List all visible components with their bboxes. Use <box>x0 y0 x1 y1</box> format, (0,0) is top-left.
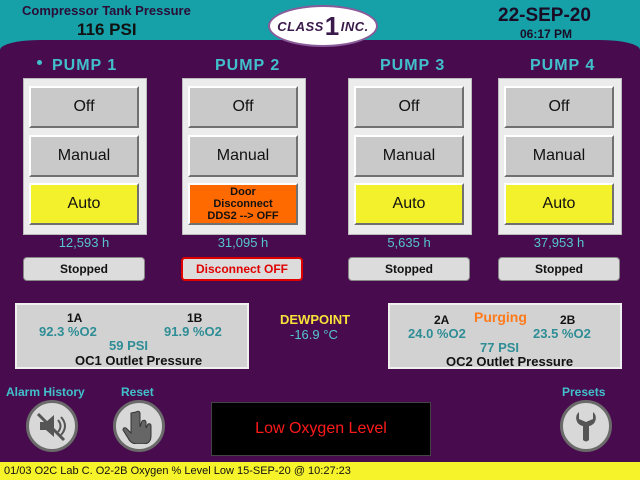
pump2-door-disconnect-alert: Door Disconnect DDS2 --> OFF <box>188 183 298 225</box>
pump4-hours: 37,953 h <box>533 235 585 250</box>
pump4-mode-panel: Off Manual Auto <box>498 78 622 235</box>
alarm-history-button[interactable] <box>26 400 78 452</box>
oc2-outlet-box[interactable]: 2A Purging 2B 24.0 %O2 23.5 %O2 77 PSI O… <box>388 303 622 369</box>
oc1-name: OC1 Outlet Pressure <box>75 353 203 368</box>
oc1-b-label: 1B <box>187 311 203 325</box>
oc2-name: OC2 Outlet Pressure <box>446 354 574 369</box>
pump1-status-button[interactable]: Stopped <box>23 257 145 281</box>
logo-number: 1 <box>324 10 340 41</box>
pump4-status-button[interactable]: Stopped <box>498 257 620 281</box>
pump1-auto-button[interactable]: Auto <box>29 183 139 225</box>
pump2-off-button[interactable]: Off <box>188 86 298 128</box>
company-logo: CLASS 1 INC. <box>268 5 378 47</box>
oc2-state: Purging <box>474 309 527 325</box>
pump2-mode-panel: Off Manual Door Disconnect DDS2 --> OFF <box>182 78 306 235</box>
alarm-history-label: Alarm History <box>6 385 85 399</box>
alert-line: Door <box>230 186 256 198</box>
pump2-title: PUMP 2 <box>215 57 281 74</box>
pump3-hours: 5,635 h <box>387 235 431 250</box>
pump4-title: PUMP 4 <box>530 57 596 74</box>
pump3-off-button[interactable]: Off <box>354 86 464 128</box>
reset-label: Reset <box>121 385 154 399</box>
oc1-b-value: 91.9 %O2 <box>164 324 222 339</box>
pump1-off-button[interactable]: Off <box>29 86 139 128</box>
pump1-mode-panel: Off Manual Auto <box>23 78 147 235</box>
pump4-auto-button[interactable]: Auto <box>504 183 614 225</box>
alert-line: DDS2 --> OFF <box>207 210 279 222</box>
presets-label: Presets <box>562 385 606 399</box>
oc1-psi: 59 PSI <box>109 338 149 353</box>
tank-pressure-label: Compressor Tank Pressure <box>22 3 191 18</box>
pump3-auto-button[interactable]: Auto <box>354 183 464 225</box>
pump1-manual-button[interactable]: Manual <box>29 135 139 177</box>
oc2-b-label: 2B <box>560 313 576 327</box>
alarm-message-box: Low Oxygen Level <box>211 402 431 456</box>
oc1-a-value: 92.3 %O2 <box>39 324 97 339</box>
current-date: 22-SEP-20 <box>498 5 591 26</box>
oc2-b-value: 23.5 %O2 <box>533 326 591 341</box>
pump4-off-button[interactable]: Off <box>504 86 614 128</box>
pump1-title: PUMP 1 <box>52 57 118 74</box>
dewpoint-label: DEWPOINT <box>280 312 351 327</box>
presets-button[interactable] <box>560 400 612 452</box>
pump3-mode-panel: Off Manual Auto <box>348 78 472 235</box>
pump1-hours: 12,593 h <box>58 235 110 250</box>
oc2-a-value: 24.0 %O2 <box>408 326 466 341</box>
pump1-indicator-dot <box>37 60 42 65</box>
current-time: 06:17 PM <box>520 27 573 41</box>
logo-text-right: INC. <box>340 18 369 34</box>
pump2-hours: 31,095 h <box>217 235 269 250</box>
alarm-message: Low Oxygen Level <box>255 420 387 437</box>
pump3-status-button[interactable]: Stopped <box>348 257 470 281</box>
oc2-psi: 77 PSI <box>480 340 520 355</box>
oc2-a-label: 2A <box>434 313 450 327</box>
reset-button[interactable] <box>113 400 165 452</box>
oc1-a-label: 1A <box>67 311 83 325</box>
pump4-manual-button[interactable]: Manual <box>504 135 614 177</box>
alarm-ticker[interactable]: 01/03 O2C Lab C. O2-2B Oxygen % Level Lo… <box>0 462 640 480</box>
oc1-outlet-box[interactable]: 1A 92.3 %O2 1B 91.9 %O2 59 PSI OC1 Outle… <box>15 303 249 369</box>
logo-text-left: CLASS <box>277 18 324 34</box>
speaker-mute-icon <box>36 412 66 442</box>
dewpoint-value: -16.9 °C <box>290 327 338 342</box>
pump3-manual-button[interactable]: Manual <box>354 135 464 177</box>
pump2-status-button[interactable]: Disconnect OFF <box>181 257 303 281</box>
pointing-hand-icon <box>122 410 152 444</box>
tank-pressure-value: 116 PSI <box>77 20 137 39</box>
pump2-manual-button[interactable]: Manual <box>188 135 298 177</box>
alert-line: Disconnect <box>213 198 273 210</box>
pump3-title: PUMP 3 <box>380 57 446 74</box>
wrench-icon <box>576 412 596 442</box>
